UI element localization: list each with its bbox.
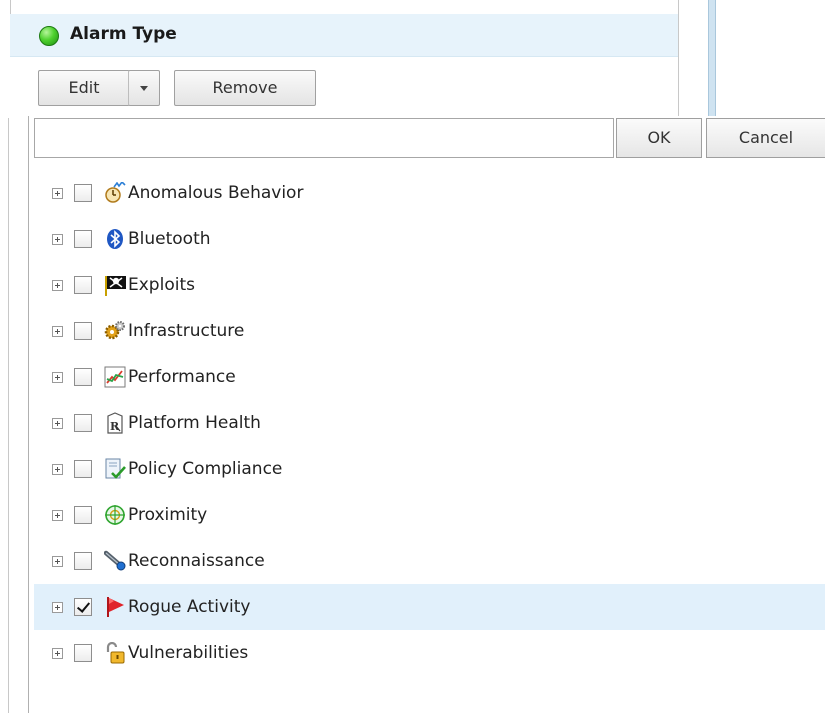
expand-icon[interactable] bbox=[52, 509, 63, 521]
ok-button-label: OK bbox=[647, 128, 671, 147]
bluetooth-icon bbox=[104, 228, 126, 250]
chart-line-icon bbox=[104, 366, 126, 388]
tree-item-infrastructure[interactable]: Infrastructure bbox=[34, 308, 825, 354]
telescope-icon bbox=[104, 550, 126, 572]
edit-button-label: Edit bbox=[68, 78, 100, 97]
expand-icon[interactable] bbox=[52, 601, 63, 613]
alarm-type-tree: Anomalous Behavior Bluetooth Exploits In… bbox=[34, 170, 825, 676]
checkbox[interactable] bbox=[74, 414, 92, 432]
expand-icon[interactable] bbox=[52, 325, 63, 337]
ok-button[interactable]: OK bbox=[616, 118, 702, 158]
crosshair-icon bbox=[104, 504, 126, 526]
checkbox[interactable] bbox=[74, 598, 92, 616]
tree-item-proximity[interactable]: Proximity bbox=[34, 492, 825, 538]
expand-icon[interactable] bbox=[52, 647, 63, 659]
skull-flag-icon bbox=[104, 274, 126, 296]
checkbox[interactable] bbox=[74, 460, 92, 478]
tree-item-bluetooth[interactable]: Bluetooth bbox=[34, 216, 825, 262]
chevron-down-icon bbox=[140, 86, 148, 91]
expand-icon[interactable] bbox=[52, 279, 63, 291]
checkbox[interactable] bbox=[74, 644, 92, 662]
expand-icon[interactable] bbox=[52, 555, 63, 567]
svg-text:R: R bbox=[110, 420, 120, 433]
tree-item-rogue-activity[interactable]: Rogue Activity bbox=[34, 584, 825, 630]
edit-button[interactable]: Edit bbox=[38, 70, 130, 106]
tree-item-label: Vulnerabilities bbox=[128, 643, 249, 663]
tree-item-label: Exploits bbox=[128, 275, 195, 295]
red-flag-icon bbox=[104, 596, 126, 618]
edit-dropdown-button[interactable] bbox=[128, 70, 160, 106]
unlocked-padlock-icon bbox=[104, 642, 126, 664]
tree-item-label: Rogue Activity bbox=[128, 597, 251, 617]
checkbox[interactable] bbox=[74, 506, 92, 524]
expand-icon[interactable] bbox=[52, 371, 63, 383]
panel-header: Alarm Type bbox=[10, 14, 678, 57]
cancel-button[interactable]: Cancel bbox=[706, 118, 825, 158]
tree-item-anomalous-behavior[interactable]: Anomalous Behavior bbox=[34, 170, 825, 216]
checkbox[interactable] bbox=[74, 184, 92, 202]
expand-icon[interactable] bbox=[52, 463, 63, 475]
rx-icon: R bbox=[104, 412, 126, 434]
splitter-bar[interactable] bbox=[708, 0, 716, 118]
document-check-icon bbox=[104, 458, 126, 480]
panel-border-right bbox=[678, 0, 679, 118]
tree-item-platform-health[interactable]: R Platform Health bbox=[34, 400, 825, 446]
tree-item-label: Infrastructure bbox=[128, 321, 245, 341]
tree-item-label: Reconnaissance bbox=[128, 551, 265, 571]
tree-item-exploits[interactable]: Exploits bbox=[34, 262, 825, 308]
tree-item-label: Policy Compliance bbox=[128, 459, 283, 479]
remove-button-label: Remove bbox=[212, 78, 278, 97]
panel-divider bbox=[10, 0, 11, 14]
checkbox[interactable] bbox=[74, 368, 92, 386]
filter-input[interactable] bbox=[34, 118, 614, 158]
tree-item-vulnerabilities[interactable]: Vulnerabilities bbox=[34, 630, 825, 676]
tree-item-label: Bluetooth bbox=[128, 229, 211, 249]
tree-item-label: Anomalous Behavior bbox=[128, 183, 304, 203]
expand-icon[interactable] bbox=[52, 187, 63, 199]
tree-item-reconnaissance[interactable]: Reconnaissance bbox=[34, 538, 825, 584]
status-indicator-icon bbox=[39, 26, 59, 46]
checkbox[interactable] bbox=[74, 322, 92, 340]
checkbox[interactable] bbox=[74, 230, 92, 248]
tree-item-label: Platform Health bbox=[128, 413, 261, 433]
tree-item-policy-compliance[interactable]: Policy Compliance bbox=[34, 446, 825, 492]
panel-border-left bbox=[8, 118, 9, 713]
tree-item-label: Proximity bbox=[128, 505, 208, 525]
tree-item-label: Performance bbox=[128, 367, 236, 387]
expand-icon[interactable] bbox=[52, 417, 63, 429]
gears-icon bbox=[104, 320, 126, 342]
tree-item-performance[interactable]: Performance bbox=[34, 354, 825, 400]
checkbox[interactable] bbox=[74, 276, 92, 294]
expand-icon[interactable] bbox=[52, 233, 63, 245]
anomaly-icon bbox=[104, 182, 126, 204]
remove-button[interactable]: Remove bbox=[174, 70, 316, 106]
checkbox[interactable] bbox=[74, 552, 92, 570]
cancel-button-label: Cancel bbox=[738, 128, 794, 147]
panel-title: Alarm Type bbox=[70, 24, 177, 44]
